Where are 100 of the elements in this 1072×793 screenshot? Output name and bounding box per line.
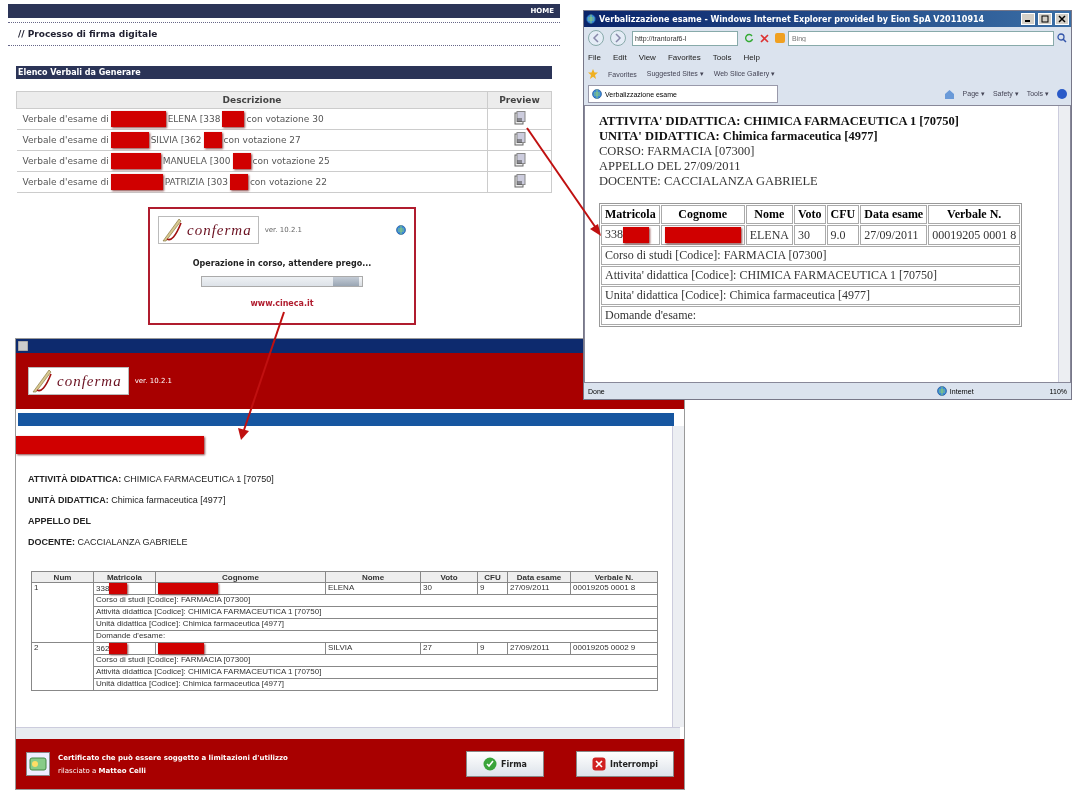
table-cell: 1 <box>31 582 94 643</box>
redaction-block <box>623 227 649 244</box>
forward-button[interactable] <box>610 30 626 46</box>
table-cell: 9 <box>477 642 508 655</box>
interrupt-button[interactable]: Interrompi <box>576 751 674 777</box>
column-header: Data esame <box>860 205 928 224</box>
column-header: CFU <box>477 571 508 583</box>
table-cell: Attivita' didattica [Codice]: CHIMICA FARMACEUTICA 1 [70750] <box>601 266 1021 286</box>
table-cell: 00019205 0001 8 <box>570 582 658 595</box>
redaction-block <box>110 174 163 190</box>
table-cell: Unita' didattica [Codice]: Chimica farmaceutica [4977] <box>601 286 1021 306</box>
maximize-button[interactable] <box>1038 13 1052 25</box>
document-line: UNITA' DIDATTICA: Chimica farmaceutica [4977] <box>599 129 879 144</box>
globe-icon <box>936 386 947 396</box>
table-cell: 9.0 <box>826 225 860 246</box>
description-text: Verbale d'esame di <box>22 135 109 145</box>
table-cell: 30 <box>420 582 478 595</box>
menu-item[interactable]: Edit <box>612 52 627 62</box>
info-line: UNITÀ DIDATTICA: Chimica farmaceutica [4977] <box>28 495 227 505</box>
column-header: Voto <box>794 205 826 224</box>
table-cell: Corso di studi [Codice]: FARMACIA [07300] <box>93 654 658 667</box>
document-line: ATTIVITA' DIDATTICA: CHIMICA FARMACEUTICA 1 [70750] <box>599 114 960 129</box>
window-title: Verbalizzazione esame - Windows Internet Explorer provided by Eion SpA V20110914 <box>599 14 986 24</box>
quill-logo-icon <box>161 217 183 243</box>
description-text: con votazione 27 <box>223 135 301 145</box>
app-icon <box>18 341 28 351</box>
stop-icon <box>591 757 606 771</box>
table-cell: Corso di studi [Codice]: FARMACIA [07300] <box>93 594 658 607</box>
description-text: con votazione 25 <box>252 156 330 166</box>
search-icon[interactable] <box>1057 33 1067 43</box>
table-cell: 30 <box>794 225 826 246</box>
logo: conferma <box>28 367 129 395</box>
menu-item[interactable]: Tools <box>712 52 732 62</box>
menu-item[interactable]: View <box>638 52 656 62</box>
description-text: Verbale d'esame di <box>22 114 109 124</box>
column-header: Nome <box>745 205 793 224</box>
page-heading: // Processo di firma digitale <box>8 22 560 46</box>
scrollbar[interactable] <box>1058 106 1070 382</box>
column-header: Data esame <box>507 571 571 583</box>
scrollbar[interactable] <box>16 727 680 739</box>
column-header: Matricola <box>93 571 156 583</box>
table-cell: Attività didattica [Codice]: CHIMICA FARMACEUTICA 1 [70750] <box>93 666 658 679</box>
browser-icon <box>586 14 596 24</box>
menu-item[interactable]: File <box>588 52 601 62</box>
close-button[interactable] <box>1055 13 1069 25</box>
check-icon <box>483 757 498 771</box>
table-cell: 27 <box>420 642 478 655</box>
document-icon[interactable] <box>513 132 526 146</box>
column-header: Voto <box>420 571 478 583</box>
description-text: PATRIZIA [303 <box>164 177 228 187</box>
document-line: CORSO: FARMACIA [07300] <box>599 144 756 159</box>
sign-button[interactable]: Firma <box>466 751 544 777</box>
globe-icon <box>396 225 406 235</box>
document-icon[interactable] <box>513 111 526 125</box>
table-cell: 2 <box>31 642 94 691</box>
column-header: Cognome <box>155 571 326 583</box>
redaction-block <box>232 153 251 169</box>
table-cell: Unità didattica [Codice]: Chimica farmaceutica [4977] <box>93 678 658 691</box>
menu-item[interactable]: Favorites <box>667 52 701 62</box>
table-cell: 00019205 0001 8 <box>928 225 1021 246</box>
table-cell: 27/09/2011 <box>860 225 928 246</box>
stop-icon[interactable] <box>760 33 769 43</box>
document-line: DOCENTE: CACCIALANZA GABRIELE <box>599 174 819 189</box>
redaction-block <box>110 153 161 169</box>
table-cell: SILVIA <box>325 642 421 655</box>
table-cell: 00019205 0002 9 <box>570 642 658 655</box>
table-cell: 338 <box>96 583 110 593</box>
table-cell: Unità didattica [Codice]: Chimica farmaceutica [4977] <box>93 618 658 631</box>
redaction-block <box>229 174 248 190</box>
table-cell: Domande d'esame: <box>93 630 658 643</box>
redaction-block <box>110 111 166 127</box>
table-cell: Attività didattica [Codice]: CHIMICA FARMACEUTICA 1 [70750] <box>93 606 658 619</box>
description-text: con votazione 30 <box>246 114 324 124</box>
column-header: Cognome <box>660 205 745 224</box>
table-cell: 338 <box>605 227 623 241</box>
scrollbar[interactable] <box>672 426 684 727</box>
table-cell: 362 <box>96 643 110 653</box>
maximize-icon <box>1041 15 1049 23</box>
back-button[interactable] <box>588 30 604 46</box>
section-title: Elenco Verbali da Generare <box>16 66 552 79</box>
description-text: ELENA [338 <box>167 114 221 124</box>
table-cell: Corso di studi [Codice]: FARMACIA [07300] <box>601 246 1021 266</box>
quill-logo-icon <box>31 368 53 394</box>
progress-message: Operazione in corso, attendere prego... <box>192 259 372 268</box>
table-cell: 27/09/2011 <box>507 642 571 655</box>
help-icon[interactable] <box>1057 89 1067 99</box>
logo: conferma <box>158 216 259 244</box>
column-header: Nome <box>325 571 421 583</box>
column-header: CFU <box>826 205 860 224</box>
minimize-button[interactable] <box>1021 13 1035 25</box>
document-line: APPELLO DEL 27/09/2011 <box>599 159 742 174</box>
document-icon[interactable] <box>513 153 526 167</box>
redaction-block <box>222 111 245 127</box>
description-text: con votazione 22 <box>249 177 328 187</box>
info-line: APPELLO DEL <box>28 516 92 526</box>
website-link[interactable]: www.cineca.it <box>250 299 314 308</box>
document-icon[interactable] <box>513 174 526 188</box>
column-header: Verbale N. <box>570 571 658 583</box>
menu-item[interactable]: Help <box>743 52 760 62</box>
table-cell: ELENA <box>325 582 421 595</box>
